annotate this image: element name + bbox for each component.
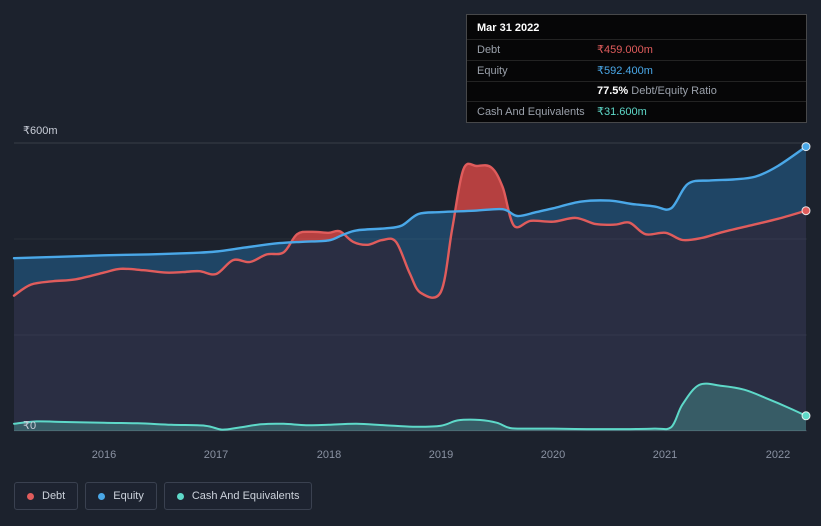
legend-item-equity[interactable]: Equity [85, 482, 157, 510]
x-tick-2022: 2022 [765, 449, 791, 461]
equity-dot-icon [98, 492, 106, 500]
cash-marker [801, 411, 811, 421]
legend-label: Cash And Equivalents [191, 490, 300, 502]
x-tick-2017: 2017 [203, 449, 229, 461]
equity-value: ₹592.400m [597, 65, 653, 77]
legend-label: Equity [113, 490, 144, 502]
tooltip-row-cash: Cash And Equivalents ₹31.600m [467, 101, 806, 122]
tooltip-row-label: Equity [477, 65, 508, 77]
debt-dot-icon [27, 492, 34, 500]
tooltip-row-ratio: 77.5% Debt/Equity Ratio [467, 81, 806, 101]
tooltip: Mar 31 2022 Debt ₹459.000m Equity ₹592.4… [466, 14, 807, 123]
x-tick-2016: 2016 [91, 449, 117, 461]
y-axis-label-600m: ₹600m [23, 125, 58, 137]
cash-value: ₹31.600m [597, 106, 647, 118]
y-axis-label-0: ₹0 [23, 420, 37, 432]
cash-dot-icon [176, 492, 184, 500]
ratio-label: Debt/Equity Ratio [631, 85, 717, 97]
legend-item-debt[interactable]: Debt [14, 482, 79, 510]
tooltip-row-label: Cash And Equivalents [477, 106, 585, 118]
x-tick-2018: 2018 [316, 449, 342, 461]
tooltip-date: Mar 31 2022 [477, 22, 540, 34]
debt-marker [801, 206, 811, 216]
equity-marker [801, 142, 811, 152]
x-tick-2019: 2019 [428, 449, 454, 461]
tooltip-row-equity: Equity ₹592.400m [467, 60, 806, 81]
debt-value: ₹459.000m [597, 44, 653, 56]
legend: Debt Equity Cash And Equivalents [14, 482, 313, 510]
tooltip-row-debt: Debt ₹459.000m [467, 39, 806, 60]
x-tick-2020: 2020 [540, 449, 566, 461]
tooltip-row-label: Debt [477, 44, 501, 56]
chart-panel: ₹600m ₹0 2016 2017 2018 2019 2020 2021 2… [0, 0, 821, 526]
ratio-value: 77.5% [597, 85, 629, 97]
legend-item-cash-and-equivalents[interactable]: Cash And Equivalents [163, 482, 313, 510]
x-tick-2021: 2021 [652, 449, 678, 461]
legend-label: Debt [42, 490, 66, 502]
debt-equity-ratio: 77.5% Debt/Equity Ratio [597, 85, 717, 97]
